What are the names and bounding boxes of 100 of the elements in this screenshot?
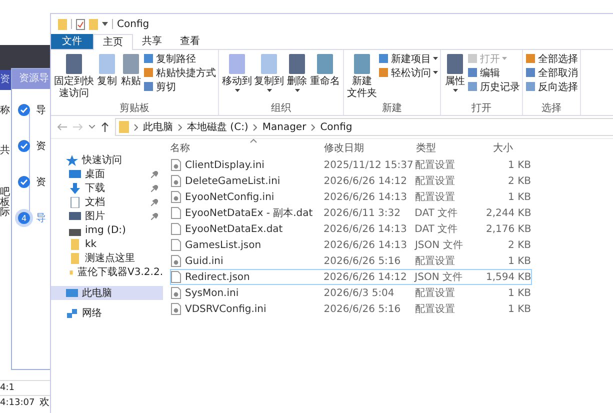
- ribbon-tab[interactable]: 共享: [133, 34, 171, 49]
- file-row[interactable]: EyooNetDataEx - 副本.dat 2026/6/11 3:32 DAT 文件 2,244 KB: [170, 205, 532, 221]
- ribbon-button[interactable]: 复制到: [253, 52, 285, 102]
- table-cell: 板: [0, 198, 10, 208]
- nav-item[interactable]: kk: [51, 237, 163, 251]
- breadcrumb[interactable]: 本地磁盘 (C:): [187, 120, 248, 134]
- nav-item[interactable]: 文档: [51, 195, 163, 209]
- ribbon-button[interactable]: 新建 文件夹: [346, 52, 378, 102]
- file-name: DeleteGameList.ini: [185, 176, 280, 186]
- breadcrumb[interactable]: Manager: [262, 122, 306, 132]
- table-cell: 吧: [0, 188, 10, 198]
- table-cell-text: 2026/6/26 14:13: [324, 192, 408, 202]
- address-bar[interactable]: 此电脑 本地磁盘 (C:) Manager Config: [115, 118, 613, 136]
- ribbon-button[interactable]: 复制: [95, 52, 119, 102]
- table-cell-text: 1 KB: [507, 256, 531, 266]
- file-name: ClientDisplay.ini: [185, 160, 264, 170]
- file-icon: [171, 191, 181, 203]
- nav-item[interactable]: 快速访问: [51, 153, 163, 167]
- column-header[interactable]: 类型: [416, 141, 488, 155]
- nav-item[interactable]: img (D:): [51, 223, 163, 237]
- ribbon-icon: [378, 67, 389, 78]
- file-name: Redirect.json: [185, 272, 250, 282]
- ribbon-button[interactable]: 移动到: [221, 52, 253, 102]
- table-cell-text: JSON 文件: [414, 238, 464, 252]
- step-label: 资: [36, 176, 46, 189]
- table-cell: 共: [0, 146, 10, 156]
- file-name: Guid.ini: [185, 256, 224, 266]
- ribbon-tab[interactable]: 文件: [51, 34, 93, 49]
- nav-item[interactable]: 下载: [51, 181, 163, 195]
- dropdown-icon[interactable]: [102, 22, 108, 26]
- chevron-icon[interactable]: [311, 124, 316, 130]
- folder-icon: [58, 18, 67, 30]
- step-label: 资: [36, 140, 46, 153]
- file-row[interactable]: DeleteGameList.ini 2026/6/26 14:12 配置设置 2 KB: [170, 173, 532, 189]
- ribbon-button[interactable]: 编辑: [467, 66, 520, 79]
- ribbon-button[interactable]: 全部选择: [525, 52, 578, 65]
- ribbon-button[interactable]: 复制路径: [143, 52, 216, 65]
- nav-item[interactable]: 蓝伦下载器V3.2.2.: [51, 265, 163, 279]
- ribbon-button[interactable]: 属性: [443, 52, 467, 102]
- breadcrumb[interactable]: Config: [320, 122, 352, 132]
- chevron-icon[interactable]: [134, 124, 138, 130]
- file-row[interactable]: Redirect.json 2026/6/26 14:12 JSON 文件 1,594 KB: [170, 269, 532, 285]
- nav-item[interactable]: 测速点这里: [51, 251, 163, 265]
- pin-icon[interactable]: [151, 185, 158, 192]
- file-row[interactable]: EyooNetConfig.ini 2026/6/26 14:13 配置设置 1 KB: [170, 189, 532, 205]
- file-name: EyooNetDataEx - 副本.dat: [185, 206, 313, 220]
- ribbon-button[interactable]: 剪切: [143, 80, 216, 93]
- up-icon[interactable]: [101, 122, 109, 132]
- ribbon-button[interactable]: 新建项目: [378, 52, 438, 65]
- file-row[interactable]: SysMon.ini 2026/6/3 5:04 配置设置 1 KB: [170, 285, 532, 301]
- ribbon-button[interactable]: 粘贴: [119, 52, 143, 102]
- ribbon-button[interactable]: 粘贴快捷方式: [143, 66, 216, 79]
- file-row[interactable]: EyooNetDataEx.dat 2026/6/26 14:13 DAT 文件 2,176 KB: [170, 221, 532, 237]
- table-cell: 称: [0, 106, 10, 116]
- back-icon[interactable]: [57, 123, 67, 131]
- file-row[interactable]: GamesList.json 2026/6/26 14:13 JSON 文件 2 KB: [170, 237, 532, 253]
- ribbon-button[interactable]: 历史记录: [467, 80, 520, 93]
- ribbon-icon: [351, 52, 373, 76]
- file-icon: [171, 239, 181, 251]
- properties-icon[interactable]: [76, 18, 85, 30]
- nav-item[interactable]: 此电脑: [51, 286, 163, 300]
- pin-icon[interactable]: [151, 213, 158, 220]
- table-cell-text: 配置设置: [414, 286, 456, 300]
- ribbon-tab[interactable]: 查看: [171, 34, 209, 49]
- ribbon-button[interactable]: 反向选择: [525, 80, 578, 93]
- column-header[interactable]: 修改日期: [324, 141, 416, 155]
- step-label: 导: [36, 212, 46, 225]
- breadcrumb[interactable]: 此电脑: [143, 120, 173, 134]
- file-row[interactable]: ClientDisplay.ini 2025/11/12 15:37 配置设置 1 KB: [170, 157, 532, 173]
- nav-item[interactable]: 桌面: [51, 167, 163, 181]
- table-cell-text: 配置设置: [414, 190, 456, 204]
- nav-icon: [69, 238, 81, 250]
- ribbon-button[interactable]: 重命名: [309, 52, 341, 102]
- column-header[interactable]: 大小: [488, 141, 533, 155]
- nav-icon: [69, 196, 81, 208]
- table-cell-text: 2026/6/26 5:16: [324, 304, 402, 314]
- nav-icon: [69, 252, 81, 264]
- file-row[interactable]: Guid.ini 2026/6/26 5:16 配置设置 1 KB: [170, 253, 532, 269]
- nav-icon: [69, 168, 81, 180]
- ribbon-icon: [143, 81, 154, 92]
- ribbon-button[interactable]: 全部取消: [525, 66, 578, 79]
- ribbon-button[interactable]: 轻松访问: [378, 66, 438, 79]
- chevron-icon[interactable]: [253, 124, 258, 130]
- nav-item[interactable]: 图片: [51, 209, 163, 223]
- tab-label[interactable]: 资: [0, 70, 11, 90]
- dropdown-icon[interactable]: [89, 125, 95, 129]
- ribbon-icon: [63, 52, 85, 76]
- file-icon: [171, 271, 181, 283]
- column-header[interactable]: 名称: [170, 141, 324, 155]
- chevron-icon[interactable]: [178, 124, 182, 130]
- ribbon-button[interactable]: 删除: [285, 52, 309, 102]
- file-name: GamesList.json: [185, 240, 262, 250]
- nav-item[interactable]: 网络: [51, 306, 163, 320]
- ribbon-tab[interactable]: 主页: [93, 34, 133, 50]
- pin-icon[interactable]: [151, 199, 158, 206]
- step-label: 导: [36, 104, 46, 117]
- ribbon-icon: [258, 52, 280, 76]
- file-row[interactable]: VDSRVConfig.ini 2026/6/26 5:16 配置设置 1 KB: [170, 301, 532, 317]
- pin-icon[interactable]: [151, 171, 158, 178]
- ribbon-icon: [467, 81, 478, 92]
